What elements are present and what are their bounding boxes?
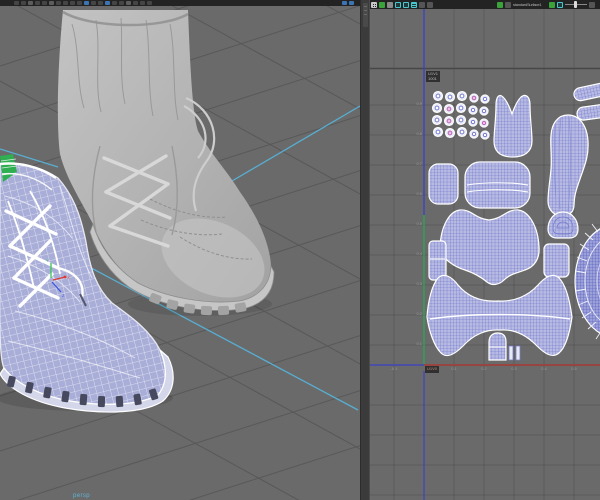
toolbar-icon[interactable] [133,1,138,5]
uv-shell-collar-strip[interactable] [464,161,531,209]
x-axis-label: X [67,275,70,280]
toolbar-icon-active[interactable] [349,1,354,5]
toolbar-icon[interactable] [70,1,75,5]
u-tick-label: 0.5 [571,366,577,371]
toolbar-icon[interactable] [112,1,117,5]
toolbar-icon[interactable] [119,1,124,5]
udim-tile-label: U1V1 1001 [426,71,441,82]
uv-toolbar-cropped: standardSurface1 [370,0,600,9]
uv-extra-icon[interactable] [589,1,595,8]
toolbar-icon[interactable] [126,1,131,5]
v-tick-label: 0.3 [416,281,422,286]
x-axis-handle[interactable] [63,275,67,279]
toolbar-icon-active[interactable] [342,1,347,5]
uv-shell-insole[interactable] [547,114,589,217]
v-tick-label: 0.5 [416,221,422,226]
v-tick-label: 0.7 [416,161,422,166]
uv-shell-pull-tab[interactable] [488,332,507,361]
uv-shell-patch[interactable] [543,243,570,278]
uv-isolate-icon[interactable] [497,1,503,8]
toolbar-icon[interactable] [35,1,40,5]
panel-divider[interactable] [360,0,370,500]
u-tick-label: 0.1 [451,366,457,371]
uv-shell-outsole[interactable] [574,218,600,340]
uv-snapshot-icon[interactable] [379,1,385,8]
uv-shell-heel-counter[interactable] [428,163,459,205]
uv-shell-bar[interactable] [508,345,514,361]
uv-option-icon[interactable] [505,1,511,8]
u-tick-label: 0.3 [511,366,517,371]
toolbar-icon[interactable] [91,1,96,5]
uv-texture-toggle-icon[interactable] [395,1,401,8]
uv-shell-vamp[interactable] [439,209,540,286]
v-tick-label: 0.9 [416,101,422,106]
toolbar-icon[interactable] [77,1,82,5]
toolbar-icon[interactable] [147,1,152,5]
toolbar-icon[interactable] [28,1,33,5]
toolbar-icon[interactable] [63,1,68,5]
uv-grid-toggle-icon[interactable] [371,1,377,8]
uv-origin-label: U1V0 [425,366,440,373]
open-folder-icon[interactable] [387,1,393,8]
uv-shell-eyelets[interactable] [431,90,490,140]
uv-shell-bar[interactable] [515,345,521,361]
camera-name-label[interactable]: persp [73,493,90,499]
uv-camera-icon[interactable] [427,1,433,8]
toolbar-icon[interactable] [140,1,145,5]
toolbar-icon[interactable] [49,1,54,5]
uv-shell-tab[interactable] [428,240,447,281]
u-tick-label: 0.2 [481,366,487,371]
toolbar-icon-active[interactable] [105,1,110,5]
toolbar-icon-active[interactable] [84,1,89,5]
u-tick-label: 0.4 [541,366,547,371]
toolbar-icon[interactable] [98,1,103,5]
uv-apply-icon[interactable] [549,1,555,8]
toolbar-icon[interactable] [56,1,61,5]
uv-canvas[interactable] [370,9,600,500]
toolbar-icon[interactable] [14,1,19,5]
uv-shaded-toggle-icon[interactable] [403,1,409,8]
uv-checker-toggle-icon[interactable] [411,1,417,8]
viewport-canvas[interactable]: Y X Z [0,6,360,500]
uv-display-icon[interactable] [557,1,563,8]
toolbar-icon[interactable] [42,1,47,5]
v-tick-label: 0.4 [416,251,422,256]
v-tick-label: 0.1 [416,341,422,346]
y-axis-label: Y [46,258,49,263]
divider-grip[interactable] [363,3,368,27]
uv-shell-heel-cap[interactable] [547,211,579,239]
uv-distortion-icon[interactable] [419,1,425,8]
v-tick-label: 0.6 [416,191,422,196]
v-tick-label: 0.8 [416,131,422,136]
dcc-application-window: standardSurface1 Y X Z persp U1V1 1001 U… [0,0,600,500]
u-tick-label: -0.1 [390,366,398,371]
uv-shell-strap-1[interactable] [573,81,600,102]
uv-editor-viewport[interactable]: U1V1 1001 U1V0 0.9 0.8 0.7 0.6 0.5 0.4 0.… [370,9,600,500]
uv-dim-slider[interactable] [565,1,587,8]
v-tick-label: 0.2 [416,311,422,316]
material-name-field[interactable]: standardSurface1 [513,2,547,7]
toolbar-icon[interactable] [21,1,26,5]
perspective-viewport[interactable]: Y X Z persp [0,6,360,500]
